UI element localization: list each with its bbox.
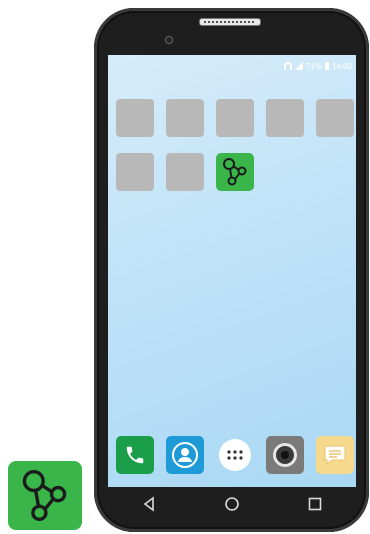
home-screen: 71% 14:00 <box>108 55 356 487</box>
app-tile[interactable] <box>316 99 354 137</box>
recents-icon[interactable] <box>307 496 323 512</box>
back-icon[interactable] <box>141 496 157 512</box>
phone-app[interactable] <box>116 436 154 474</box>
app-tile[interactable] <box>166 153 204 191</box>
app-tile[interactable] <box>216 99 254 137</box>
phone-icon <box>126 446 144 464</box>
featured-molecule-app-icon <box>8 461 82 530</box>
app-tile[interactable] <box>266 99 304 137</box>
app-drawer-button[interactable] <box>216 436 254 474</box>
battery-icon <box>324 62 329 70</box>
signal-icon <box>294 62 303 70</box>
navigation-bar <box>108 487 356 521</box>
wifi-icon <box>283 62 292 70</box>
molecule-app[interactable] <box>216 153 254 191</box>
phone-frame: 71% 14:00 <box>94 8 369 532</box>
battery-percent: 71% <box>305 61 322 71</box>
contacts-app[interactable] <box>166 436 204 474</box>
molecule-icon <box>223 158 247 186</box>
front-camera <box>165 36 173 44</box>
app-tile[interactable] <box>116 153 154 191</box>
home-icon[interactable] <box>224 496 240 512</box>
molecule-icon <box>22 469 67 521</box>
earpiece-speaker <box>199 18 261 26</box>
contacts-icon <box>172 442 198 468</box>
app-tile[interactable] <box>166 99 204 137</box>
messages-app[interactable] <box>316 436 354 474</box>
camera-app[interactable] <box>266 436 304 474</box>
messages-icon <box>324 445 346 466</box>
clock: 14:00 <box>331 61 352 71</box>
camera-icon <box>273 443 297 467</box>
status-bar: 71% 14:00 <box>283 61 352 71</box>
app-tile[interactable] <box>116 99 154 137</box>
app-drawer-icon <box>219 439 251 471</box>
